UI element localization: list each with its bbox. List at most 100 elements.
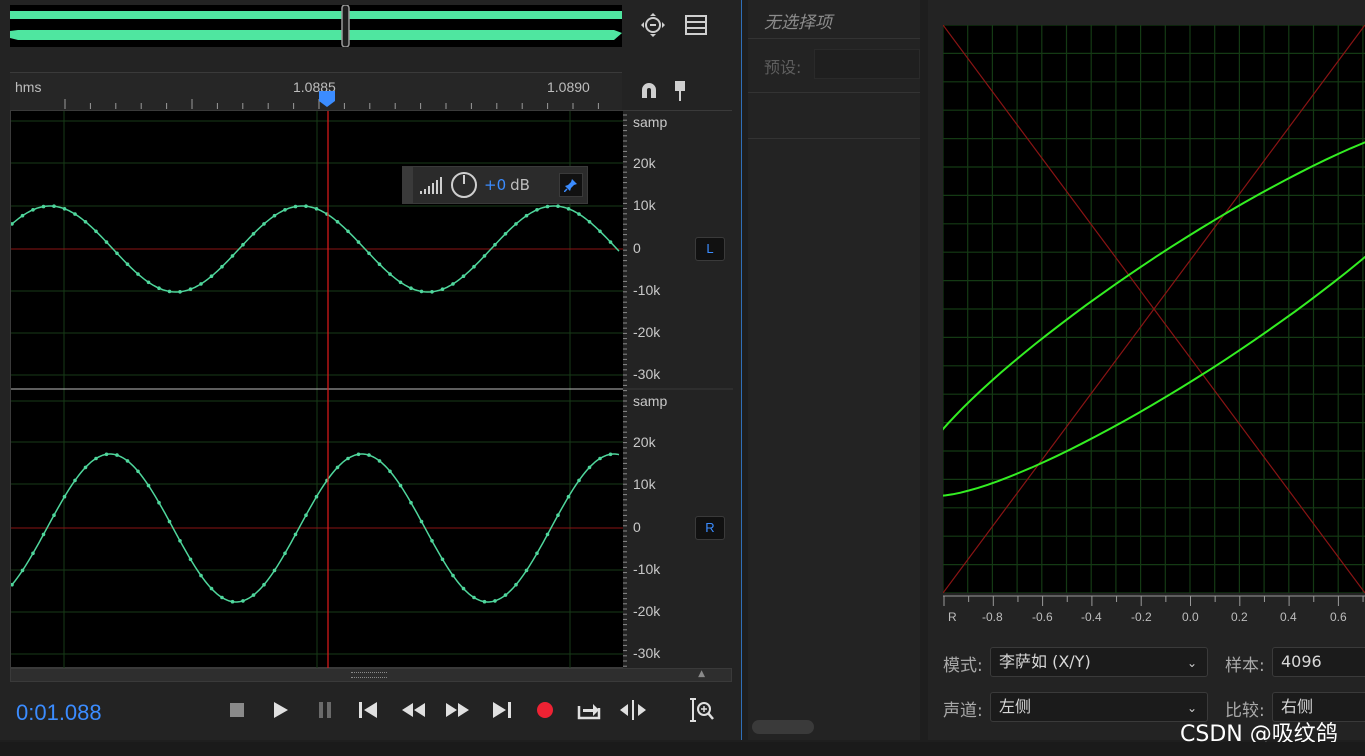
record-button[interactable] xyxy=(531,696,559,724)
sample-point xyxy=(514,222,518,226)
sample-point xyxy=(41,532,46,537)
x-tick-label: 0.0 xyxy=(1182,610,1199,624)
channel-left-button[interactable]: L xyxy=(695,237,725,261)
sample-point xyxy=(83,220,88,224)
x-tick-label: 0.4 xyxy=(1280,610,1297,624)
sample-point xyxy=(209,586,214,591)
amp-label: 0 xyxy=(633,519,641,535)
sample-point xyxy=(73,212,77,216)
sample-point xyxy=(136,272,140,276)
sample-point xyxy=(230,599,235,604)
sample-point xyxy=(545,204,550,209)
sample-point xyxy=(566,207,571,211)
snap-magnet-icon[interactable] xyxy=(634,76,664,106)
preset-label: 预设: xyxy=(764,58,802,77)
amp-label: -10k xyxy=(633,561,661,577)
amp-label: 10k xyxy=(633,197,656,213)
sample-point xyxy=(62,494,67,499)
sample-point xyxy=(461,274,466,278)
sample-point xyxy=(83,465,88,470)
channel-select[interactable]: 左侧 ⌄ xyxy=(990,692,1208,722)
sample-point xyxy=(430,539,434,543)
gain-hud[interactable]: +0 dB xyxy=(402,166,588,204)
marker-pin-icon[interactable] xyxy=(665,76,695,106)
sample-point xyxy=(566,494,571,499)
skip-selection-button[interactable] xyxy=(619,696,647,724)
list-view-icon[interactable] xyxy=(681,10,711,40)
sample-point xyxy=(356,452,361,457)
time-ruler[interactable]: hms 1.0885 1.0890 xyxy=(10,72,622,110)
gain-knob-icon[interactable] xyxy=(449,170,479,200)
sample-point xyxy=(493,599,497,603)
sample-point xyxy=(577,212,581,216)
sample-point xyxy=(220,595,224,600)
pause-button[interactable] xyxy=(311,696,339,724)
amp-label: 20k xyxy=(633,434,656,450)
horizontal-scrollbar[interactable]: ▲ xyxy=(10,668,732,682)
sample-point xyxy=(419,519,424,524)
fast-forward-button[interactable] xyxy=(443,696,471,724)
divider xyxy=(748,138,920,139)
sample-point xyxy=(262,222,266,226)
sample-point xyxy=(251,232,256,236)
sample-point xyxy=(199,573,203,578)
sample-point xyxy=(293,204,298,209)
sample-point xyxy=(409,286,413,290)
gain-unit: dB xyxy=(510,176,530,194)
sample-point xyxy=(503,593,508,597)
sample-point xyxy=(241,242,245,247)
amp-label: -20k xyxy=(633,603,661,619)
gain-value[interactable]: +0 xyxy=(484,176,506,194)
sample-point xyxy=(136,469,140,474)
pin-hud-button[interactable] xyxy=(559,173,583,197)
sample-point xyxy=(346,456,350,461)
sample-point xyxy=(461,586,466,591)
sample-point xyxy=(251,593,256,597)
play-button[interactable] xyxy=(266,696,294,724)
preset-dropdown[interactable] xyxy=(814,49,920,79)
zoom-in-amplitude-button[interactable] xyxy=(688,696,716,724)
scroll-up-icon[interactable]: ▲ xyxy=(698,669,705,679)
sample-point xyxy=(31,208,35,212)
overview-waveform[interactable] xyxy=(10,5,622,47)
sample-point xyxy=(409,500,413,505)
sample-point xyxy=(514,582,518,587)
sample-point xyxy=(293,532,298,537)
skip-to-end-button[interactable] xyxy=(488,696,516,724)
mode-value: 李萨如 (X/Y) xyxy=(999,652,1091,671)
sample-point xyxy=(398,483,403,488)
sample-point xyxy=(587,220,592,224)
sample-point xyxy=(440,557,445,562)
stop-button[interactable] xyxy=(223,696,251,724)
mode-select[interactable]: 李萨如 (X/Y) ⌄ xyxy=(990,647,1208,677)
sample-point xyxy=(167,289,172,294)
sample-point xyxy=(262,582,266,587)
skip-to-start-button[interactable] xyxy=(354,696,382,724)
samples-select[interactable]: 4096 xyxy=(1272,647,1365,677)
sample-point xyxy=(31,551,35,556)
rewind-button[interactable] xyxy=(400,696,428,724)
scroll-grip[interactable] xyxy=(351,672,387,678)
loop-button[interactable] xyxy=(575,696,603,724)
sample-point xyxy=(157,286,161,290)
sample-point xyxy=(472,595,476,600)
sample-point xyxy=(346,229,350,234)
sample-point xyxy=(503,232,508,236)
lissajous-plot xyxy=(943,25,1365,593)
sample-point xyxy=(220,264,224,269)
current-timecode[interactable]: 0:01.088 xyxy=(16,700,102,726)
channel-right-button[interactable]: R xyxy=(695,516,725,540)
sample-point xyxy=(556,204,560,208)
hud-drag-handle[interactable] xyxy=(403,167,413,203)
zoom-navigate-icon[interactable] xyxy=(638,10,668,40)
amp-label: samp xyxy=(633,393,668,409)
sample-point xyxy=(52,204,56,208)
sample-point xyxy=(304,513,308,517)
sample-point xyxy=(314,207,319,211)
panel-scrollbar[interactable] xyxy=(752,720,814,734)
amplitude-ruler xyxy=(623,111,733,669)
waveform-tracks[interactable] xyxy=(10,110,733,669)
sample-point xyxy=(524,213,529,218)
x-tick-label: -0.4 xyxy=(1081,610,1102,624)
sample-point xyxy=(146,280,151,285)
